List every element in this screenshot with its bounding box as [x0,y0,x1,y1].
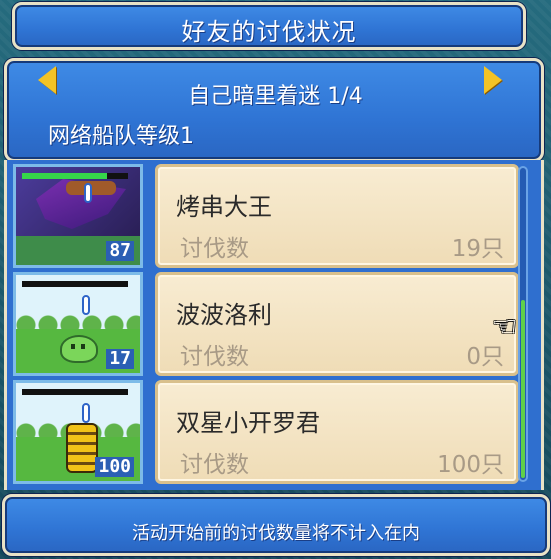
monster-name: 双星小开罗君 [176,409,320,437]
footer-note-panel: 活动开始前的讨伐数量将不计入在内 [2,494,550,556]
marker-icon [82,403,90,423]
list-scrollbar[interactable] [518,166,528,482]
friend-name: 自己暗里着迷 1/4 [188,84,363,109]
list-item[interactable]: 17 波波洛利 讨伐数 0只 [13,272,519,376]
hand-pointer-icon: ☜ [492,310,518,343]
monster-thumbnail: 100 [13,380,143,484]
defeat-count: 100只 [437,452,504,478]
monster-name: 烤串大王 [176,193,272,221]
slime-sprite [60,335,98,363]
monster-thumbnail: 17 [13,272,143,376]
defeat-label: 讨伐数 [180,236,249,262]
monster-name: 波波洛利 [176,301,272,329]
monster-card: 波波洛利 讨伐数 0只 [155,272,519,376]
twin-star-sprite [66,423,98,473]
title-bar: 好友的讨伐状况 [12,2,526,50]
monster-list: 87 烤串大王 讨伐数 19只 17 波波洛利 讨伐数 0只 100 双星小开罗… [4,160,544,490]
hp-bar [22,173,128,179]
page-title: 好友的讨伐状况 [181,18,357,46]
marker-icon [84,183,92,203]
monster-card: 烤串大王 讨伐数 19只 [155,164,519,268]
marker-icon [82,295,90,315]
defeat-label: 讨伐数 [180,344,249,370]
monster-thumbnail: 87 [13,164,143,268]
monster-card: 双星小开罗君 讨伐数 100只 [155,380,519,484]
scrollbar-thumb[interactable] [521,300,525,478]
footer-note: 活动开始前的讨伐数量将不计入在内 [132,523,420,544]
defeat-label: 讨伐数 [180,452,249,478]
monster-level: 87 [106,241,134,261]
hp-bar [22,389,128,395]
list-item[interactable]: 100 双星小开罗君 讨伐数 100只 [13,380,519,484]
monster-level: 17 [106,349,134,369]
fleet-level: 网络船队等级1 [48,124,194,149]
monster-level: 100 [95,457,134,477]
defeat-count: 19只 [451,236,504,262]
list-item[interactable]: 87 烤串大王 讨伐数 19只 [13,164,519,268]
hp-bar [22,281,128,287]
